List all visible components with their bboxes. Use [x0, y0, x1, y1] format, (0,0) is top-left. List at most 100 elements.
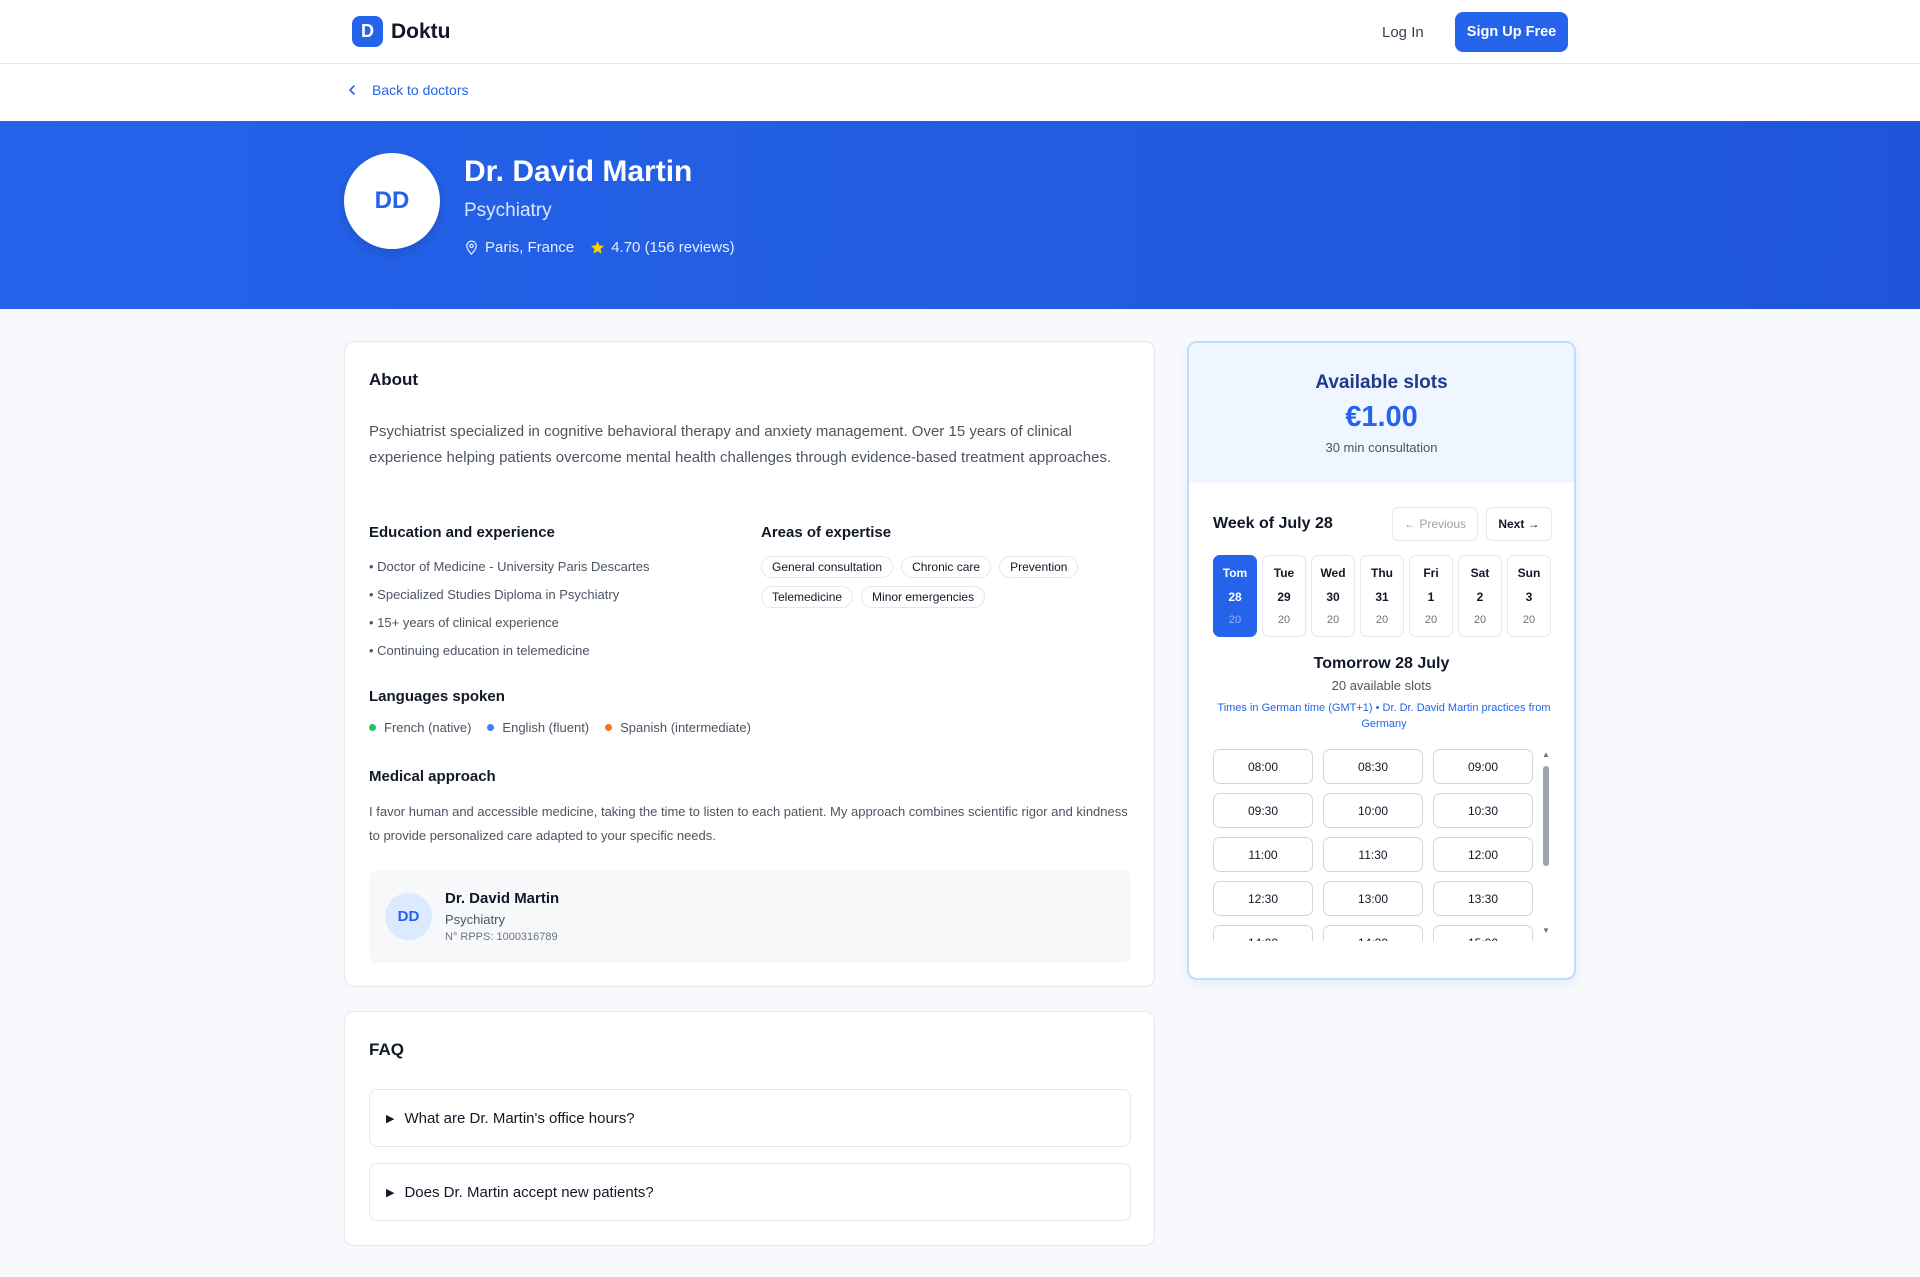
summary-specialty: Psychiatry [445, 912, 505, 927]
education-list: • Doctor of Medicine - University Paris … [369, 557, 650, 669]
day-slot-count: 20 [1326, 614, 1340, 626]
day-cell[interactable]: Sun 3 20 [1507, 555, 1551, 637]
time-slot-button[interactable]: 09:30 [1213, 793, 1313, 828]
week-label: Week of July 28 [1213, 515, 1333, 532]
chevron-left-icon [349, 85, 355, 95]
booking-title: Available slots [1315, 372, 1448, 393]
language-dot [369, 724, 376, 731]
time-slot-button[interactable]: 12:00 [1433, 837, 1533, 872]
login-button[interactable]: Log In [1372, 20, 1434, 45]
rating-text: 4.70 (156 reviews) [611, 239, 735, 256]
location: Paris, France [464, 239, 574, 256]
day-cell[interactable]: Sat 2 20 [1458, 555, 1502, 637]
language-label: Spanish (intermediate) [620, 720, 751, 735]
time-slot-button[interactable]: 09:00 [1433, 749, 1533, 784]
day-name: Fri [1423, 566, 1439, 580]
doctor-avatar: DD [344, 153, 440, 249]
faq-title: FAQ [369, 1040, 404, 1059]
logo[interactable]: D Doktu [352, 16, 451, 47]
faq-item[interactable]: ▶ Does Dr. Martin accept new patients? [369, 1163, 1131, 1221]
caret-right-icon: ▶ [386, 1186, 395, 1199]
back-label: Back to doctors [372, 82, 469, 98]
day-name: Tom [1222, 566, 1248, 580]
day-cell[interactable]: Tue 29 20 [1262, 555, 1306, 637]
day-slot-count: 20 [1473, 614, 1487, 626]
doctor-summary-card: DD Dr. David Martin Psychiatry N° RPPS: … [369, 870, 1131, 963]
day-slot-count: 20 [1424, 614, 1438, 626]
top-navbar: D Doktu Log In Sign Up Free [0, 0, 1920, 64]
expertise-title: Areas of expertise [761, 524, 892, 541]
time-slot-button[interactable]: 10:30 [1433, 793, 1533, 828]
previous-week-button[interactable]: ← Previous [1392, 507, 1478, 541]
booking-duration: 30 min consultation [1325, 440, 1438, 455]
day-cell[interactable]: Tom 28 20 [1213, 555, 1257, 637]
time-slot-button[interactable]: 13:30 [1433, 881, 1533, 916]
expertise-tag: General consultation [761, 556, 894, 578]
language-dot [605, 724, 613, 731]
approach-text: I favor human and accessible medicine, t… [369, 804, 1128, 843]
day-cell[interactable]: Thu 31 20 [1360, 555, 1404, 637]
time-slot-button[interactable]: 15:00 [1433, 925, 1533, 941]
timezone-note: Times in German time (GMT+1) • Dr. Dr. D… [1217, 702, 1551, 730]
day-date: 29 [1277, 590, 1291, 604]
day-name: Wed [1320, 566, 1346, 580]
about-card: About Psychiatrist specialized in cognit… [344, 341, 1155, 987]
language-label: French (native) [384, 720, 472, 735]
language-item: French (native) [369, 720, 471, 735]
time-slot-button[interactable]: 14:30 [1323, 925, 1423, 941]
logo-mark: D [352, 16, 383, 47]
time-slot-button[interactable]: 08:00 [1213, 749, 1313, 784]
time-slot-button[interactable]: 08:30 [1323, 749, 1423, 784]
expertise-tag: Chronic care [901, 556, 992, 578]
languages-list: French (native) English (fluent) Spanish… [369, 720, 751, 735]
day-cell[interactable]: Fri 1 20 [1409, 555, 1453, 637]
day-date: 2 [1476, 590, 1484, 604]
scroll-up-icon[interactable]: ▲ [1542, 750, 1550, 759]
slots-scrollbar[interactable]: ▲ ▼ [1541, 750, 1551, 936]
doctor-hero: DD Dr. David Martin Psychiatry Paris, Fr… [0, 121, 1920, 309]
faq-item[interactable]: ▶ What are Dr. Martin's office hours? [369, 1089, 1131, 1147]
signup-button[interactable]: Sign Up Free [1455, 12, 1568, 52]
time-slot-button[interactable]: 13:00 [1323, 881, 1423, 916]
next-week-button[interactable]: Next → [1486, 507, 1552, 541]
day-name: Thu [1371, 566, 1393, 580]
day-date: 30 [1326, 590, 1340, 604]
faq-question: What are Dr. Martin's office hours? [404, 1109, 635, 1127]
language-dot [487, 724, 495, 731]
doctor-name: Dr. David Martin [464, 155, 693, 188]
time-slots: 08:00 08:30 09:00 09:30 10:00 10:30 11:00 11:30… [1213, 749, 1549, 941]
language-item: Spanish (intermediate) [605, 720, 751, 735]
summary-name: Dr. David Martin [445, 890, 560, 907]
list-item: • Doctor of Medicine - University Paris … [369, 559, 650, 574]
time-slot-button[interactable]: 10:00 [1323, 793, 1423, 828]
about-title: About [369, 370, 419, 389]
day-slot-count: 20 [1375, 614, 1389, 626]
map-pin-icon [466, 240, 477, 255]
day-slot-count: 20 [1522, 614, 1536, 626]
booking-price: €1.00 [1345, 401, 1418, 433]
time-slot-button[interactable]: 14:00 [1213, 925, 1313, 941]
day-date: 3 [1525, 590, 1533, 604]
doctor-specialty: Psychiatry [464, 200, 552, 221]
day-cell[interactable]: Wed 30 20 [1311, 555, 1355, 637]
scroll-down-icon[interactable]: ▼ [1542, 926, 1550, 935]
back-bar: Back to doctors [0, 64, 1920, 121]
faq-question: Does Dr. Martin accept new patients? [404, 1183, 654, 1201]
list-item: • Continuing education in telemedicine [369, 643, 590, 658]
expertise-tag: Prevention [999, 556, 1079, 578]
day-name: Sat [1470, 566, 1490, 580]
scroll-thumb[interactable] [1543, 766, 1549, 866]
language-label: English (fluent) [502, 720, 590, 735]
back-to-doctors-link[interactable]: Back to doctors [346, 82, 469, 98]
avatar: DD [385, 893, 432, 940]
day-date: 1 [1427, 590, 1435, 604]
selected-date: Tomorrow 28 July [1313, 655, 1450, 672]
day-selector: Tom 28 20 Tue 29 20 Wed 30 20 Thu 31 20 Fri 1 20 Sat 2 20… [1213, 555, 1553, 637]
time-slot-button[interactable]: 11:00 [1213, 837, 1313, 872]
day-date: 28 [1228, 590, 1242, 604]
time-slot-button[interactable]: 12:30 [1213, 881, 1313, 916]
time-slot-button[interactable]: 11:30 [1323, 837, 1423, 872]
expertise-tag: Telemedicine [761, 586, 854, 608]
brand-name: Doktu [391, 19, 451, 43]
booking-header: Available slots €1.00 30 min consultatio… [1189, 343, 1574, 483]
